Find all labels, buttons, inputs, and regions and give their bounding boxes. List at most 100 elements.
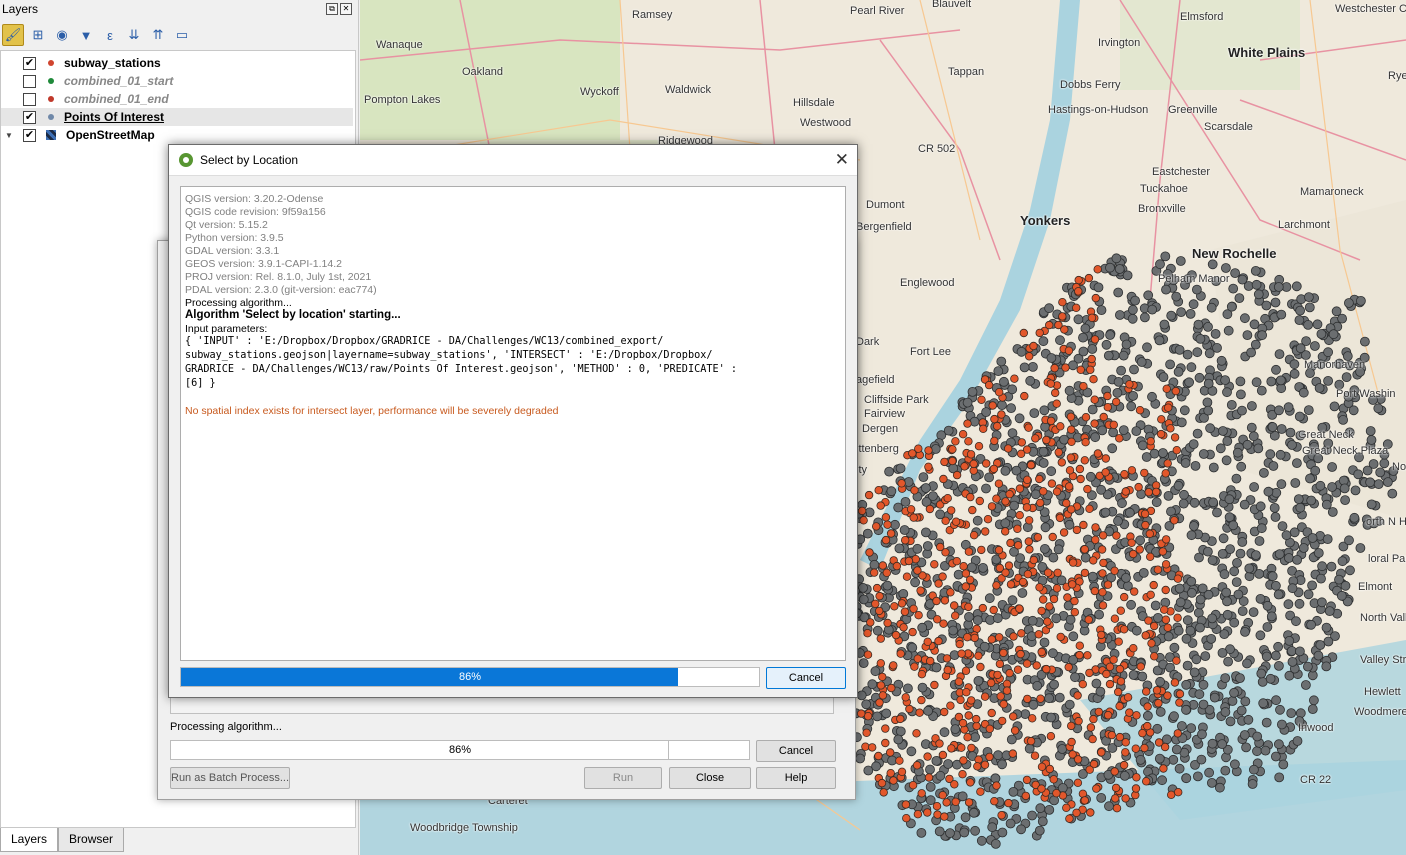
map-place-label: Wyckoff [580,86,619,98]
point-symbol-icon [48,60,54,66]
run-button: Run [584,767,662,789]
point-symbol-icon [48,78,54,84]
layer-row[interactable]: ▼ ✔ OpenStreetMap [1,126,353,144]
layer-row[interactable]: ✔ Points Of Interest [1,108,353,126]
tab-browser[interactable]: Browser [58,828,125,852]
select-by-location-dialog: Select by Location ✕ QGIS version: 3.20.… [168,144,858,698]
log-line: [6] } [185,378,216,389]
remove-layer-icon[interactable]: ▭ [172,25,192,45]
map-place-label: Tappan [948,66,985,78]
map-place-label: Hillsdale [793,97,835,109]
layer-name: Points Of Interest [64,110,165,124]
map-place-label: Nor [1392,461,1406,473]
map-place-label: Pompton Lakes [364,94,441,106]
log-line: subway_stations.geojson|layername=subway… [185,350,713,361]
layer-name: subway_stations [64,56,161,70]
expand-all-icon[interactable]: ⇊ [124,25,144,45]
close-panel-icon[interactable]: ✕ [340,3,352,15]
map-place-label: Larchmont [1278,219,1330,231]
map-place-label: Great Neck [1298,429,1354,441]
layer-row[interactable]: ✔ subway_stations [1,54,353,72]
qgis-logo-icon [179,153,193,167]
point-symbol-icon [48,96,54,102]
map-place-label: Wanaque [376,39,423,51]
map-place-label: CR 22 [1300,774,1332,786]
map-place-label: Cliffside Park [864,394,929,406]
map-place-label: Manorhaven [1304,359,1366,371]
map-place-label: Dumont [866,199,905,211]
layer-visibility-checkbox[interactable]: ✔ [23,128,36,142]
map-place-label: Dark [856,336,880,348]
layer-visibility-checkbox[interactable]: ✔ [23,56,36,70]
map-place-label: Tuckahoe [1140,183,1188,195]
log-line: Qt version: 5.15.2 [185,219,268,231]
processing-cancel-button[interactable]: Cancel [756,740,836,762]
map-place-label: Port Washin [1336,388,1396,400]
layer-name: OpenStreetMap [66,128,155,142]
log-line: PROJ version: Rel. 8.1.0, July 1st, 2021 [185,271,372,283]
map-place-label: Great Neck Plaza [1302,445,1389,457]
map-place-label: Scarsdale [1204,121,1253,133]
raster-layer-icon [46,130,56,140]
map-place-label: Hastings-on-Hudson [1048,104,1149,116]
layer-name: combined_01_end [64,92,169,106]
layer-visibility-checkbox[interactable] [23,74,36,88]
float-panel-icon[interactable]: ⧉ [326,3,338,15]
map-place-label: Woodmere [1354,706,1406,718]
map-place-label: North Valley Stream [1360,612,1406,624]
map-place-label: Woodbridge Township [410,822,518,834]
cancel-button[interactable]: Cancel [766,667,846,689]
log-line: Processing algorithm... [185,297,292,309]
map-place-label: Waldwick [665,84,712,96]
map-place-label: CR 502 [918,143,956,155]
add-group-icon[interactable]: ⊞ [28,25,48,45]
layer-name: combined_01_start [64,74,174,88]
log-line: GDAL version: 3.3.1 [185,245,280,257]
log-line: Python version: 3.9.5 [185,232,284,244]
filter-legend-icon[interactable]: ▼ [76,25,96,45]
map-place-label: Inwood [1298,722,1334,734]
collapse-all-icon[interactable]: ⇈ [148,25,168,45]
map-place-label: Eastchester [1152,166,1211,178]
panel-buttons: ⧉ ✕ [326,3,352,15]
progress-label: 86% [458,671,482,683]
layer-visibility-checkbox[interactable] [23,92,36,106]
map-place-label: Yonkers [1020,213,1071,228]
log-warning: No spatial index exists for intersect la… [185,405,559,417]
map-place-label: agefield [856,374,895,386]
dialog-titlebar: Select by Location ✕ [169,145,857,176]
map-place-label: White Plains [1228,45,1306,60]
layer-row[interactable]: combined_01_start [1,72,353,90]
map-place-label: Westchester County Airport [1335,3,1406,15]
log-line: { 'INPUT' : 'E:/Dropbox/Dropbox/GRADRICE… [185,336,664,347]
layer-visibility-checkbox[interactable]: ✔ [23,110,36,124]
log-line: Algorithm 'Select by location' starting.… [185,309,401,321]
expand-arrow-icon[interactable]: ▼ [5,131,15,140]
log-line: PDAL version: 2.3.0 (git-version: eac774… [185,284,377,296]
map-place-label: orth N Hyde Pa [1366,516,1406,528]
log-line: GRADRICE - DA/Challenges/WC13/raw/Points… [185,364,738,375]
map-place-label: Oakland [462,66,503,78]
map-place-label: ittenberg [856,443,899,455]
log-output[interactable]: QGIS version: 3.20.2-Odense QGIS code re… [180,186,846,661]
help-button[interactable]: Help [756,767,836,789]
map-place-label: Blauvelt [932,0,972,10]
processing-progress-bar: 86% [170,740,750,760]
log-line: QGIS version: 3.20.2-Odense [185,193,324,205]
run-as-batch-button[interactable]: Run as Batch Process... [170,767,290,789]
map-place-label: Dobbs Ferry [1060,79,1121,91]
map-place-label: Englewood [900,277,955,289]
map-place-label: Fairview [864,408,905,420]
dialog-close-icon[interactable]: ✕ [835,150,849,170]
manage-map-themes-icon[interactable]: ◉ [52,25,72,45]
close-button[interactable]: Close [669,767,751,789]
open-layer-styling-icon[interactable]: 🖌 [2,24,24,46]
processing-status: Processing algorithm... [170,721,282,733]
filter-expression-icon[interactable]: ε [100,25,120,45]
layer-row[interactable]: combined_01_end [1,90,353,108]
tab-layers[interactable]: Layers [0,828,59,852]
panel-tabs: Layers Browser [0,828,125,852]
processing-progress-label: 86% [448,744,472,756]
map-place-label: Elmsford [1180,11,1224,23]
map-place-label: Mamaroneck [1300,186,1364,198]
